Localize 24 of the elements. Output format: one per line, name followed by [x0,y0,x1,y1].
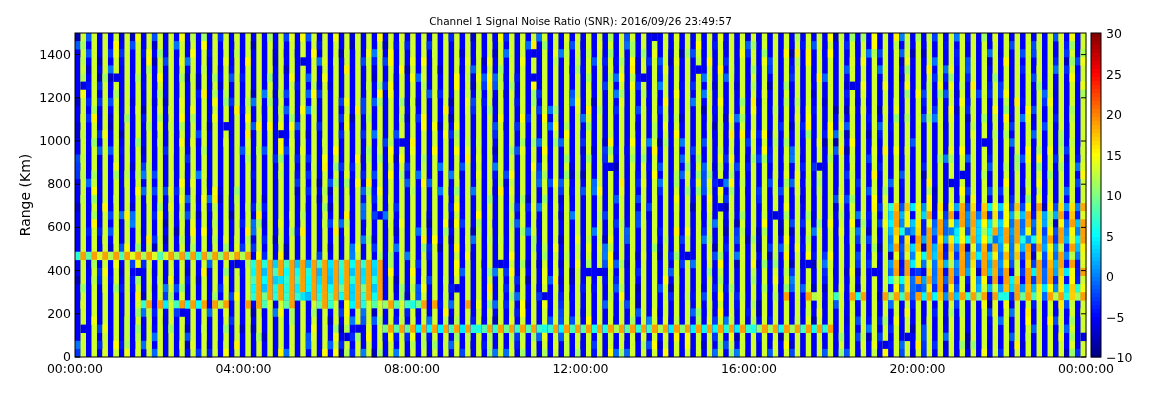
tick-label: 16:00:00 [720,361,778,376]
tick-label: 04:00:00 [215,361,272,376]
tick-label: 20:00:00 [889,361,946,376]
tick-label: 1200 [39,89,71,105]
tick-label: 08:00:00 [383,361,441,376]
tick-label: 30 [1106,26,1122,41]
tick-label: 1000 [39,133,71,148]
tick-label: 5 [1106,228,1114,244]
tick-label: 800 [47,176,71,192]
tick-label: 12:00:00 [552,361,609,376]
tick-label: 25 [1106,66,1122,82]
tick-label: 600 [47,219,71,235]
tick-label: 15 [1106,147,1122,163]
chart-title: Channel 1 Signal Noise Ratio (SNR): 2016/09/26 23:49:57 [429,15,732,27]
tick-label: 0 [63,349,71,364]
tick-label: 1400 [39,46,71,62]
axis-label: Range (Km) [17,153,33,237]
tick-label: 10 [1106,188,1122,203]
tick-label: 400 [47,262,71,278]
tick-label: 200 [47,305,71,321]
tick-label: 00:00:00 [46,361,104,376]
tick-label: 0 [1106,269,1114,284]
tick-label: 20 [1106,107,1122,122]
tick-label: −5 [1106,309,1125,325]
